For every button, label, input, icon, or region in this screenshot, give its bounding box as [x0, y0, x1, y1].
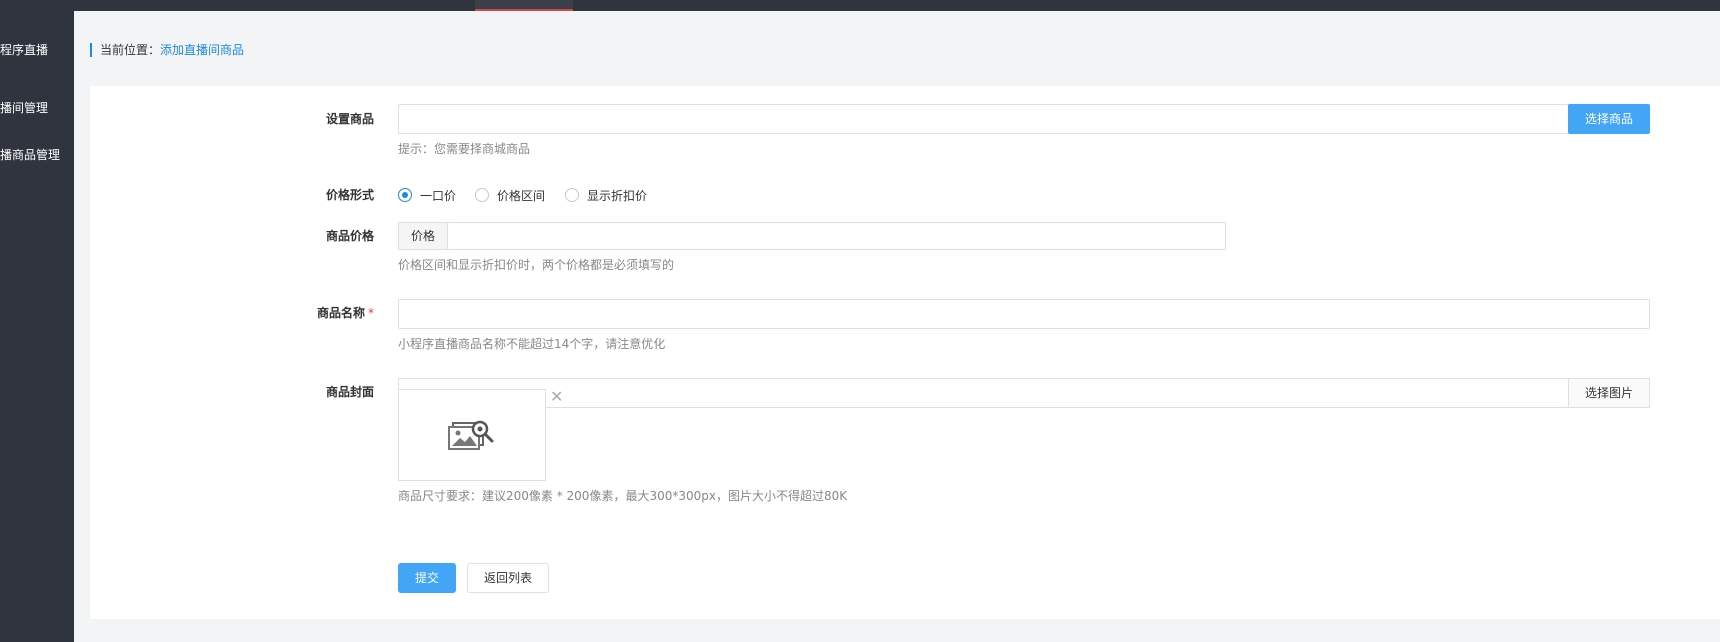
price-input[interactable] [447, 222, 1226, 250]
radio-fixed-price-circle[interactable] [398, 188, 412, 202]
price-addon: 价格 [398, 222, 448, 250]
sidebar-item-live-goods[interactable]: 直播商品管理 [0, 146, 60, 163]
sidebar-item-live[interactable]: 小程序直播 [0, 41, 48, 58]
price-label: 商品价格 [325, 229, 374, 243]
radio-discount-price[interactable]: 显示折扣价 [565, 187, 647, 203]
back-to-list-button[interactable]: 返回列表 [467, 563, 549, 593]
product-input[interactable] [398, 104, 1579, 134]
cover-input[interactable] [398, 378, 1569, 408]
cover-label: 商品封面 [325, 385, 374, 399]
radio-discount-price-circle[interactable] [565, 188, 579, 202]
breadcrumb: 当前位置：添加直播间商品 [90, 43, 244, 57]
product-help: 提示：您需要择商城商品 [398, 142, 531, 156]
name-input[interactable] [398, 299, 1650, 329]
price-help: 价格区间和显示折扣价时，两个价格都是必须填写的 [398, 258, 675, 272]
top-nav-bar [0, 0, 1720, 11]
select-product-button[interactable]: 选择商品 [1568, 104, 1650, 134]
submit-button[interactable]: 提交 [398, 563, 456, 593]
name-help: 小程序直播商品名称不能超过14个字，请注意优化 [398, 337, 666, 351]
breadcrumb-prefix: 当前位置： [100, 43, 161, 57]
radio-fixed-price[interactable]: 一口价 [398, 187, 456, 203]
radio-discount-price-label: 显示折扣价 [587, 188, 648, 203]
close-icon[interactable]: ✕ [550, 389, 563, 405]
image-search-icon [448, 420, 494, 450]
name-label-text: 商品名称 [316, 306, 365, 320]
main-content: 当前位置：添加直播间商品 设置商品 选择商品 提示：您需要择商城商品 价格形式 … [74, 11, 1720, 642]
sidebar: 小程序直播 直播间管理 直播商品管理 [0, 11, 74, 642]
cover-image-preview[interactable] [398, 389, 546, 481]
cover-help: 商品尺寸要求：建议200像素 * 200像素，最大300*300px，图片大小不… [398, 489, 848, 503]
form-panel: 设置商品 选择商品 提示：您需要择商城商品 价格形式 一口价 价格区间 显示折扣… [90, 86, 1720, 619]
radio-fixed-price-label: 一口价 [420, 188, 457, 203]
select-image-button[interactable]: 选择图片 [1568, 378, 1650, 408]
radio-price-range-circle[interactable] [475, 188, 489, 202]
price-type-label: 价格形式 [325, 188, 374, 202]
name-label: 商品名称 * [254, 305, 374, 321]
top-nav-active-tab[interactable] [475, 0, 573, 11]
sidebar-item-live-rooms[interactable]: 直播间管理 [0, 99, 48, 116]
product-label: 设置商品 [325, 112, 374, 126]
radio-price-range-label: 价格区间 [497, 188, 546, 203]
breadcrumb-current-link[interactable]: 添加直播间商品 [160, 43, 244, 57]
required-mark: * [368, 306, 374, 320]
radio-price-range[interactable]: 价格区间 [475, 187, 545, 203]
